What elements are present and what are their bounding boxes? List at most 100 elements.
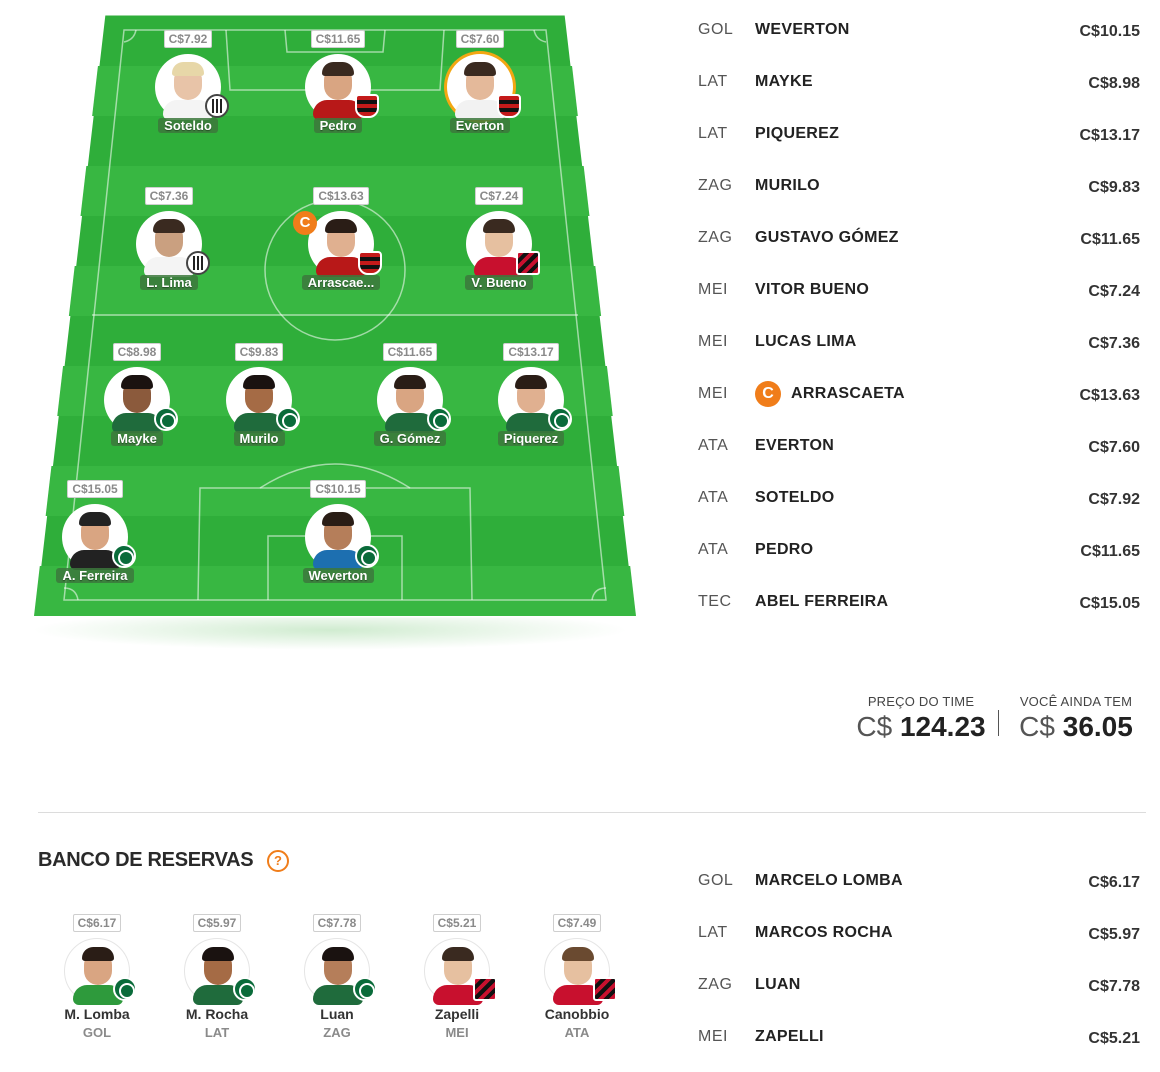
row-position: ZAG	[698, 177, 733, 194]
bench-row[interactable]: ZAG LUAN C$7.78	[698, 976, 1140, 1028]
bench-player-name: Canobbio	[544, 1006, 610, 1022]
row-position: ZAG	[698, 976, 733, 993]
row-player-name: MAYKE	[755, 73, 813, 90]
lineup-row[interactable]: MEI LUCAS LIMA C$7.36	[698, 333, 1140, 385]
remaining-currency: C$	[1019, 711, 1055, 742]
player-price: C$13.17	[503, 343, 559, 361]
santos-crest-icon	[186, 251, 210, 275]
flamengo-crest-icon	[497, 94, 521, 118]
row-player-name: MARCELO LOMBA	[755, 872, 903, 889]
player-price: C$7.60	[455, 30, 505, 48]
player-name: G. Gómez	[373, 431, 447, 446]
lineup-row[interactable]: ATA SOTELDO C$7.92	[698, 489, 1140, 541]
player-price: C$11.65	[310, 30, 366, 48]
bench-list: GOL MARCELO LOMBA C$6.17 LAT MARCOS ROCHA C$…	[698, 872, 1140, 1072]
bench-player[interactable]: C$7.49 Canobbio ATA	[522, 914, 632, 1040]
pitch-player-piquerez[interactable]: C$13.17 Piquerez	[466, 343, 596, 451]
lineup-row[interactable]: ATA PEDRO C$11.65	[698, 541, 1140, 593]
player-name: Everton	[449, 118, 511, 133]
row-price: C$5.97	[1088, 926, 1140, 943]
bench-player[interactable]: C$7.78 Luan ZAG	[282, 914, 392, 1040]
player-avatar	[136, 211, 210, 277]
team-price: PREÇO DO TIME C$ 124.23	[846, 694, 996, 743]
player-avatar	[62, 504, 136, 570]
flamengo-crest-icon	[355, 94, 379, 118]
lineup-list: GOL WEVERTON C$10.15 LAT MAYKE C$8.98 LAT PIQ…	[698, 21, 1140, 645]
player-avatar	[104, 367, 178, 433]
remaining-budget: VOCÊ AINDA TEM C$ 36.05	[1006, 694, 1146, 743]
lineup-row[interactable]: ZAG MURILO C$9.83	[698, 177, 1140, 229]
lineup-row[interactable]: TEC ABEL FERREIRA C$15.05	[698, 593, 1140, 645]
player-avatar	[305, 54, 379, 120]
row-price: C$9.83	[1088, 179, 1140, 196]
palmeiras-crest-icon	[355, 544, 379, 568]
pitch-player-arrascaeta[interactable]: C$13.63 Arrascae... C	[276, 187, 406, 295]
pitch-player-ferreira[interactable]: C$15.05 A. Ferreira	[30, 480, 160, 588]
pitch-player-everton[interactable]: C$7.60 Everton	[415, 30, 545, 138]
row-position: ATA	[698, 437, 729, 454]
player-name: Arrascae...	[301, 275, 381, 290]
pitch-player-gomez[interactable]: C$11.65 G. Gómez	[345, 343, 475, 451]
row-position: LAT	[698, 125, 728, 142]
player-avatar	[226, 367, 300, 433]
player-name: Soteldo	[158, 118, 218, 133]
player-price: C$11.65	[382, 343, 438, 361]
bench-player[interactable]: C$5.21 Zapelli MEI	[402, 914, 512, 1040]
bench-price: C$6.17	[72, 914, 122, 932]
player-name: Murilo	[233, 431, 285, 446]
remaining-label: VOCÊ AINDA TEM	[1019, 694, 1133, 709]
row-position: LAT	[698, 924, 728, 941]
athletico-crest-icon	[593, 977, 617, 1001]
lineup-row[interactable]: GOL WEVERTON C$10.15	[698, 21, 1140, 73]
row-price: C$13.17	[1079, 127, 1141, 144]
player-avatar	[466, 211, 540, 277]
row-player-name: GUSTAVO GÓMEZ	[755, 229, 899, 246]
bench-price: C$7.78	[312, 914, 362, 932]
player-name: Weverton	[302, 568, 374, 583]
team-price-label: PREÇO DO TIME	[867, 694, 975, 709]
bench-price: C$5.21	[432, 914, 482, 932]
lineup-row[interactable]: ZAG GUSTAVO GÓMEZ C$11.65	[698, 229, 1140, 281]
bench-row[interactable]: MEI ZAPELLI C$5.21	[698, 1028, 1140, 1072]
row-player-name: VITOR BUENO	[755, 281, 870, 298]
player-avatar	[544, 938, 617, 1005]
pitch-player-soteldo[interactable]: C$7.92 Soteldo	[123, 30, 253, 138]
help-icon[interactable]: ?	[267, 850, 289, 872]
bench-player-name: M. Rocha	[185, 1006, 249, 1022]
row-position: GOL	[698, 21, 734, 38]
row-position: MEI	[698, 385, 728, 402]
pitch-player-mayke[interactable]: C$8.98 Mayke	[72, 343, 202, 451]
lineup-row[interactable]: MEI C ARRASCAETA C$13.63	[698, 381, 1140, 437]
row-player-name: ARRASCAETA	[791, 385, 905, 402]
pitch-player-pedro[interactable]: C$11.65 Pedro	[273, 30, 403, 138]
lineup-row[interactable]: LAT PIQUEREZ C$13.17	[698, 125, 1140, 177]
pitch-player-bueno[interactable]: C$7.24 V. Bueno	[434, 187, 564, 295]
bench-player[interactable]: C$5.97 M. Rocha LAT	[162, 914, 272, 1040]
row-price: C$7.92	[1088, 491, 1140, 508]
palmeiras-crest-icon	[113, 977, 137, 1001]
player-avatar	[424, 938, 497, 1005]
row-price: C$7.36	[1088, 335, 1140, 352]
pitch-player-lima[interactable]: C$7.36 L. Lima	[104, 187, 234, 295]
lineup-row[interactable]: MEI VITOR BUENO C$7.24	[698, 281, 1140, 333]
palmeiras-crest-icon	[154, 407, 178, 431]
pitch-player-murilo[interactable]: C$9.83 Murilo	[194, 343, 324, 451]
row-position: GOL	[698, 872, 734, 889]
row-position: MEI	[698, 1028, 728, 1045]
team-price-value: 124.23	[899, 711, 986, 742]
bench-player[interactable]: C$6.17 M. Lomba GOL	[42, 914, 152, 1040]
lineup-row[interactable]: LAT MAYKE C$8.98	[698, 73, 1140, 125]
player-price: C$8.98	[112, 343, 162, 361]
pitch-player-weverton[interactable]: C$10.15 Weverton	[273, 480, 403, 588]
row-position: LAT	[698, 73, 728, 90]
player-avatar	[305, 504, 379, 570]
row-price: C$7.24	[1088, 283, 1140, 300]
player-avatar	[498, 367, 572, 433]
row-price: C$7.60	[1088, 439, 1140, 456]
bench-row[interactable]: GOL MARCELO LOMBA C$6.17	[698, 872, 1140, 924]
lineup-row[interactable]: ATA EVERTON C$7.60	[698, 437, 1140, 489]
athletico-crest-icon	[473, 977, 497, 1001]
bench-title: BANCO DE RESERVAS	[38, 849, 254, 871]
bench-row[interactable]: LAT MARCOS ROCHA C$5.97	[698, 924, 1140, 976]
player-avatar	[184, 938, 257, 1005]
